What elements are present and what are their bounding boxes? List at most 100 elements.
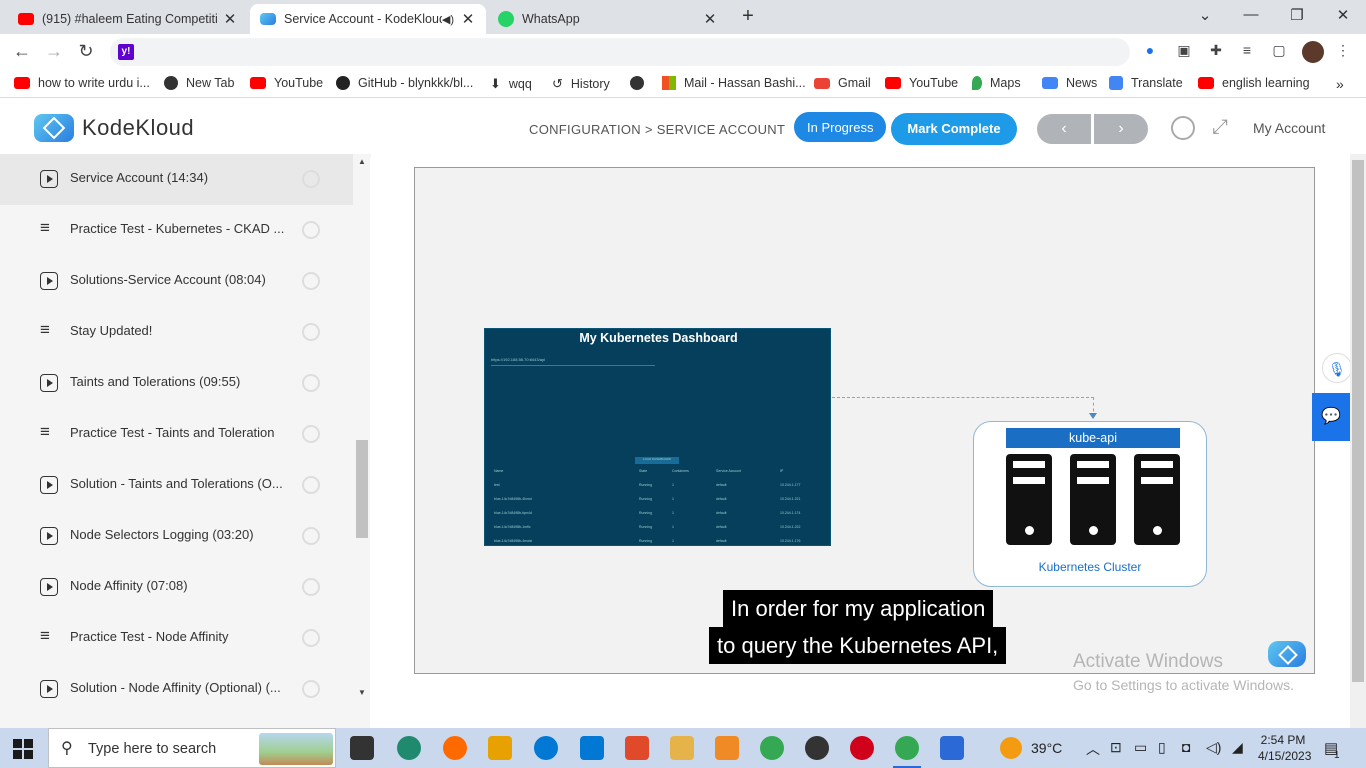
next-lesson-button[interactable]: › [1094, 114, 1148, 144]
camera-icon[interactable]: ◘ [1182, 739, 1190, 755]
bookmark-item[interactable]: YouTube [885, 76, 958, 90]
tab-kodekloud[interactable]: Service Account - KodeKloud ◀) ✕ [250, 4, 486, 34]
previous-lesson-button[interactable]: ‹ [1037, 114, 1091, 144]
page-scroll-thumb[interactable] [1352, 160, 1364, 682]
sidebar-item[interactable]: Service Account (14:34) [0, 154, 353, 205]
back-button[interactable]: ← [11, 41, 33, 62]
sidebar-item[interactable]: Practice Test - Kubernetes - CKAD ... [0, 205, 353, 256]
completion-circle-icon[interactable] [302, 323, 320, 341]
display-icon[interactable]: ▭ [1134, 739, 1147, 756]
speaker-icon[interactable]: ◀) [442, 13, 454, 26]
completion-circle-icon[interactable] [302, 221, 320, 239]
bookmark-item[interactable]: Maps [972, 76, 1021, 90]
app-icon[interactable] [625, 736, 649, 760]
sidebar-item[interactable]: Solution - Node Affinity (Optional) (... [0, 664, 353, 715]
tab-youtube[interactable]: (915) #haleem Eating Competiti ✕ [8, 4, 248, 34]
completion-circle-icon[interactable] [302, 272, 320, 290]
chrome-profile-icon[interactable] [893, 736, 921, 768]
completion-circle-icon[interactable] [302, 680, 320, 698]
sidebar-scroll-thumb[interactable] [356, 440, 368, 538]
close-tab-icon[interactable]: ✕ [460, 10, 476, 28]
forward-button[interactable]: → [43, 41, 65, 62]
maximize-button[interactable]: ❐ [1287, 6, 1307, 24]
sidebar-item[interactable]: Solutions-Service Account (08:04) [0, 256, 353, 307]
reload-button[interactable]: ↻ [75, 41, 97, 62]
bookmark-item[interactable]: ⬇ wqq [490, 76, 532, 92]
bookmark-item[interactable]: Translate [1109, 76, 1183, 90]
windows-start-icon[interactable] [13, 739, 33, 759]
bookmark-item[interactable]: Mail - Hassan Bashi... [662, 76, 806, 90]
sidebar-item[interactable]: Practice Test - Node Affinity [0, 613, 353, 664]
completion-circle-icon[interactable] [302, 527, 320, 545]
completion-circle-icon[interactable] [302, 374, 320, 392]
bookmark-item[interactable]: how to write urdu i... [14, 76, 150, 90]
bookmark-item[interactable] [630, 76, 652, 90]
mail-icon[interactable] [580, 736, 604, 760]
completion-circle-icon[interactable] [302, 578, 320, 596]
close-tab-icon[interactable]: ✕ [702, 10, 718, 28]
scroll-up-icon[interactable]: ▲ [356, 157, 368, 166]
bookmark-item[interactable]: ↺ History [552, 76, 610, 92]
more-bookmarks-icon[interactable]: » [1336, 76, 1344, 92]
bookmark-item[interactable]: YouTube [250, 76, 323, 90]
completion-circle-icon[interactable] [302, 629, 320, 647]
mark-complete-button[interactable]: Mark Complete [891, 113, 1017, 145]
in-progress-button[interactable]: In Progress [794, 112, 887, 142]
minimize-button[interactable]: — [1241, 6, 1261, 23]
store-icon[interactable] [488, 736, 512, 760]
bookmark-item[interactable]: english learning [1198, 76, 1310, 90]
sidebar-item[interactable]: Practice Test - Taints and Toleration [0, 409, 353, 460]
chat-icon[interactable]: 💬 [1312, 393, 1350, 441]
photos-icon[interactable] [940, 736, 964, 760]
task-view-icon[interactable] [350, 736, 374, 760]
bookmark-item[interactable]: News [1042, 76, 1097, 90]
close-tab-icon[interactable]: ✕ [222, 10, 238, 28]
completion-circle-icon[interactable] [302, 170, 320, 188]
gear-app-icon[interactable] [715, 736, 739, 760]
weather-icon[interactable] [1000, 737, 1022, 759]
sidebar-item[interactable]: Node Selectors Logging (03:20) [0, 511, 353, 562]
edge-icon[interactable] [397, 736, 421, 760]
temperature[interactable]: 39°C [1031, 740, 1062, 756]
chrome-icon[interactable] [760, 736, 784, 760]
opera-icon[interactable] [850, 736, 874, 760]
new-tab-button[interactable]: + [738, 5, 758, 28]
taskbar-clock[interactable]: 2:54 PM 4/15/2023 [1258, 732, 1311, 764]
tab-search-icon[interactable]: ⌄ [1195, 6, 1215, 24]
file-explorer-icon[interactable] [670, 736, 694, 760]
sidebar-item[interactable]: Solution - Taints and Tolerations (O... [0, 460, 353, 511]
menu-icon[interactable]: ⋮ [1334, 42, 1352, 60]
address-bar[interactable]: y! [110, 38, 1130, 66]
show-hidden-icons[interactable]: ︿ [1086, 739, 1100, 759]
sidebar-item[interactable]: Taints and Tolerations (09:55) [0, 358, 353, 409]
media-control-icon[interactable]: ≡ [1238, 42, 1256, 60]
bookmark-item[interactable]: New Tab [164, 76, 234, 90]
scroll-down-icon[interactable]: ▼ [356, 688, 368, 697]
skype-icon[interactable] [534, 736, 558, 760]
tab-whatsapp[interactable]: WhatsApp ✕ [488, 4, 728, 34]
profile-avatar[interactable] [1302, 41, 1324, 63]
download-icon[interactable]: ▣ [1175, 42, 1193, 60]
my-account-link[interactable]: My Account [1253, 120, 1325, 136]
mic-icon[interactable]: ● [1141, 42, 1159, 60]
network-icon[interactable]: ⊡ [1110, 739, 1122, 756]
obs-icon[interactable] [805, 736, 829, 760]
phone-icon[interactable]: ▯ [1158, 739, 1166, 756]
fullscreen-icon[interactable]: ⤢ [1212, 116, 1228, 139]
bookmark-item[interactable]: Gmail [814, 76, 871, 90]
kodekloud-logo[interactable]: KodeKloud [34, 114, 194, 142]
bookmark-item[interactable]: GitHub - blynkkk/bl... [336, 76, 473, 90]
close-window-button[interactable]: ✕ [1333, 6, 1353, 24]
completion-circle-icon[interactable] [302, 425, 320, 443]
dark-mode-icon[interactable] [1171, 116, 1195, 140]
completion-circle-icon[interactable] [302, 476, 320, 494]
sidebar-item[interactable]: Node Affinity (07:08) [0, 562, 353, 613]
taskbar-search[interactable]: ⚲ Type here to search [48, 728, 336, 768]
volume-icon[interactable]: ◁) [1206, 739, 1221, 756]
wifi-icon[interactable]: ◢ [1232, 739, 1243, 756]
firefox-icon[interactable] [443, 736, 467, 760]
sidebar-item[interactable]: Stay Updated! [0, 307, 353, 358]
side-panel-icon[interactable]: ▢ [1270, 42, 1288, 60]
extensions-icon[interactable]: ✚ [1207, 42, 1225, 60]
voice-input-icon[interactable]: 🎙 [1322, 353, 1352, 383]
